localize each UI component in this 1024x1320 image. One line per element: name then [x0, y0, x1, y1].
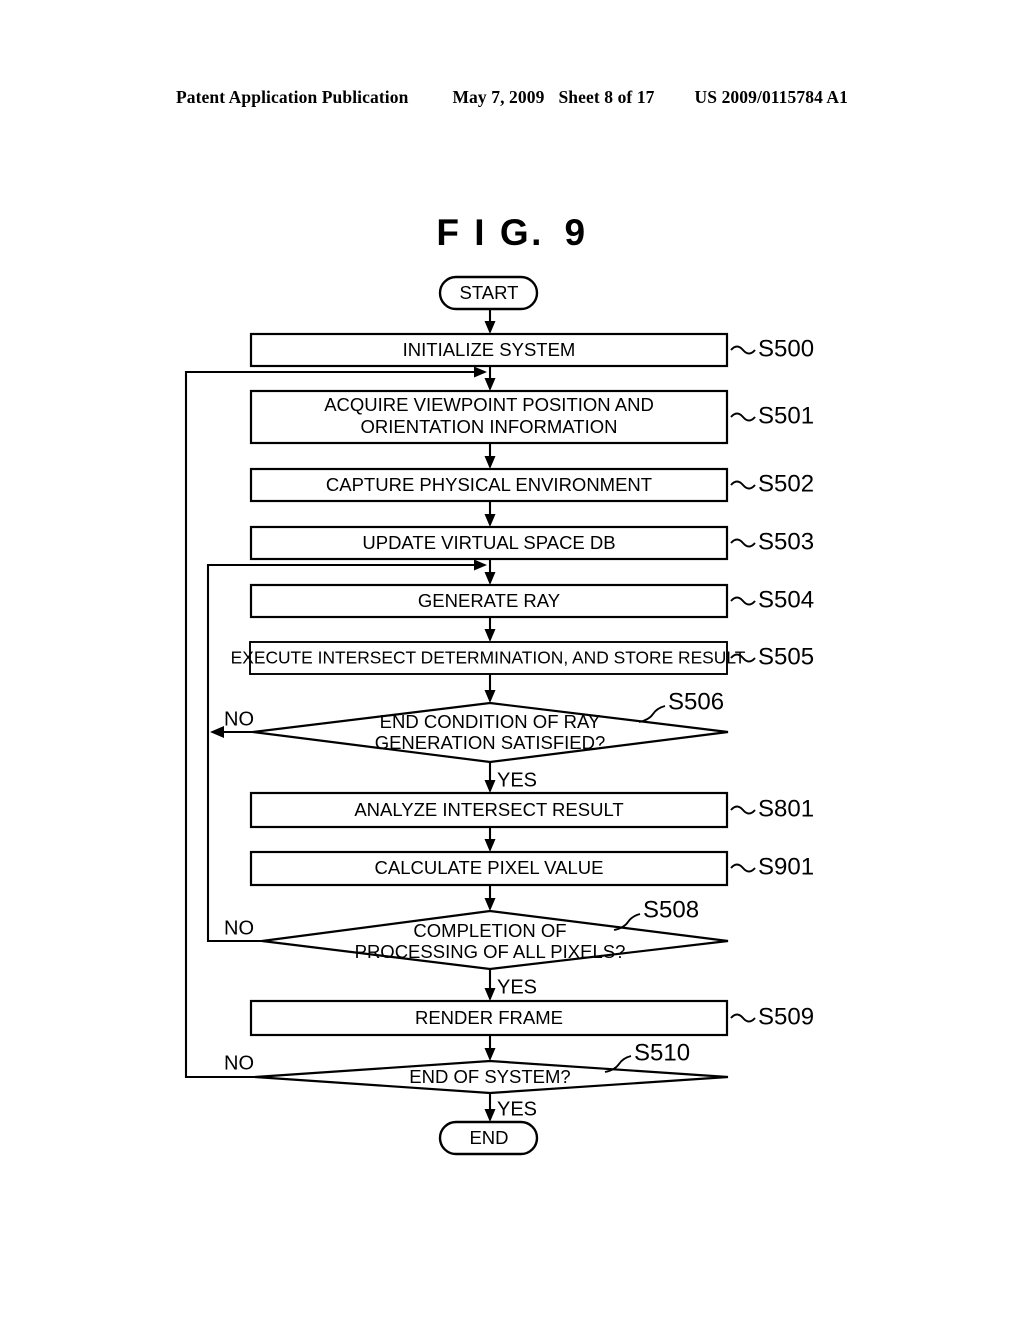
node-s801-label: ANALYZE INTERSECT RESULT [354, 799, 623, 820]
node-s504: GENERATE RAY S504 [249, 583, 814, 619]
step-id-s505: S505 [758, 643, 814, 670]
node-s801: ANALYZE INTERSECT RESULT S801 [249, 791, 814, 829]
step-id-s506: S506 [668, 688, 724, 715]
node-s506-label-line1: END CONDITION OF RAY [380, 711, 601, 732]
node-s510-label: END OF SYSTEM? [409, 1066, 570, 1087]
step-id-s508: S508 [643, 896, 699, 923]
connector-s501-s502 [484, 443, 496, 469]
node-s500: INITIALIZE SYSTEM S500 [249, 332, 814, 368]
node-s901: CALCULATE PIXEL VALUE S901 [249, 850, 814, 887]
node-s506-label-line2: GENERATION SATISFIED? [375, 732, 606, 753]
node-s503: UPDATE VIRTUAL SPACE DB S503 [249, 525, 814, 561]
node-start-label: START [460, 282, 519, 303]
node-s509: RENDER FRAME S509 [249, 999, 814, 1037]
patent-figure-page: Patent Application Publication May 7, 20… [0, 0, 1024, 1320]
connector-s509-s510 [484, 1035, 496, 1061]
step-id-s501: S501 [758, 402, 814, 429]
flowchart-diagram: START INITIALIZE SYSTEM S500 ACQUIRE VIE… [184, 275, 814, 1156]
step-id-s801: S801 [758, 795, 814, 822]
node-s506: END CONDITION OF RAY GENERATION SATISFIE… [224, 688, 729, 791]
node-s510: END OF SYSTEM? S510 NO YES [224, 1039, 729, 1120]
connector-s901-s508 [484, 885, 496, 911]
node-s501-label-line1: ACQUIRE VIEWPOINT POSITION AND [324, 394, 654, 415]
step-id-s502: S502 [758, 470, 814, 497]
node-s508: COMPLETION OF PROCESSING OF ALL PIXELS? … [224, 896, 729, 998]
connector-s508-yes-s509 [484, 969, 496, 1001]
node-end: END [438, 1120, 539, 1156]
branch-label-s508-yes: YES [497, 976, 537, 998]
connector-s503-s504 [484, 559, 496, 585]
node-s501-label-line2: ORIENTATION INFORMATION [361, 416, 618, 437]
step-id-s901: S901 [758, 853, 814, 880]
node-s505: EXECUTE INTERSECT DETERMINATION, AND STO… [231, 641, 814, 675]
connector-s502-s503 [484, 501, 496, 527]
connector-s500-s501 [484, 366, 496, 391]
node-s508-label-line1: COMPLETION OF [413, 920, 566, 941]
branch-label-s506-yes: YES [497, 769, 537, 791]
connector-s506-yes-s801 [484, 762, 496, 793]
connector-s504-s505 [484, 617, 496, 642]
connector-start-s500 [484, 308, 496, 334]
step-id-s500: S500 [758, 335, 814, 362]
node-s500-label: INITIALIZE SYSTEM [403, 339, 576, 360]
node-end-label: END [469, 1127, 508, 1148]
node-s901-label: CALCULATE PIXEL VALUE [375, 857, 604, 878]
branch-label-s508-no: NO [224, 917, 254, 939]
node-s502: CAPTURE PHYSICAL ENVIRONMENT S502 [249, 467, 814, 503]
node-s505-label: EXECUTE INTERSECT DETERMINATION, AND STO… [231, 648, 746, 668]
node-s503-label: UPDATE VIRTUAL SPACE DB [362, 532, 615, 553]
node-start: START [438, 275, 539, 311]
branch-label-s506-no: NO [224, 708, 254, 730]
connector-s505-s506 [484, 674, 496, 703]
step-id-s504: S504 [758, 586, 814, 613]
step-id-s503: S503 [758, 528, 814, 555]
step-id-s509: S509 [758, 1003, 814, 1030]
node-s504-label: GENERATE RAY [418, 590, 560, 611]
connector-s801-s901 [484, 827, 496, 852]
node-s509-label: RENDER FRAME [415, 1007, 563, 1028]
step-id-s510: S510 [634, 1039, 690, 1066]
node-s501: ACQUIRE VIEWPOINT POSITION AND ORIENTATI… [249, 389, 814, 445]
branch-label-s510-no: NO [224, 1052, 254, 1074]
connector-s510-yes-end [484, 1093, 496, 1122]
node-s502-label: CAPTURE PHYSICAL ENVIRONMENT [326, 474, 652, 495]
branch-label-s510-yes: YES [497, 1098, 537, 1120]
node-s508-label-line2: PROCESSING OF ALL PIXELS? [355, 941, 626, 962]
